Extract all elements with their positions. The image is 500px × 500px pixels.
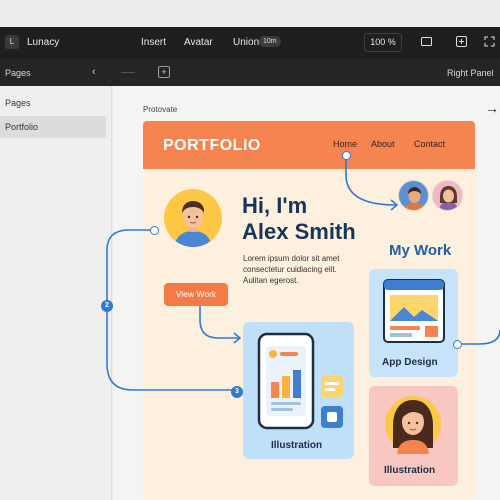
avatar: [398, 180, 429, 211]
app-logo-icon[interactable]: L: [5, 35, 19, 49]
view-work-button[interactable]: View Work: [164, 283, 228, 306]
flow-step-badge[interactable]: 2: [101, 300, 113, 312]
lunacy-window: L Lunacy Insert Avatar Union 10m 100 % P…: [0, 0, 500, 500]
browser-window-icon: [383, 279, 445, 343]
menu-insert[interactable]: Insert: [141, 37, 166, 48]
arrow-right-icon[interactable]: →: [485, 100, 499, 116]
work-card[interactable]: App Design: [369, 269, 458, 377]
hero-body-line: consectetur cuidiacing elit.: [243, 265, 337, 274]
woman-illustration-icon: [385, 396, 441, 454]
card-title: App Design: [382, 357, 438, 368]
page-item-portfolio[interactable]: Portfolio: [0, 116, 106, 138]
collapse-chevron-icon[interactable]: ‹: [92, 66, 96, 78]
connection-node[interactable]: [453, 340, 462, 349]
add-square-icon[interactable]: [456, 36, 467, 47]
union-badge: 10m: [259, 36, 281, 47]
expand-icon[interactable]: [484, 36, 495, 47]
work-card[interactable]: Illustration: [369, 386, 458, 486]
connection-node[interactable]: [342, 151, 351, 160]
flow-step-badge[interactable]: 3: [231, 386, 243, 398]
man-avatar-icon: [174, 201, 212, 247]
frame-label[interactable]: Protovate: [143, 105, 177, 114]
sub-toolbar: Pages ‹ + Right Panel: [0, 59, 500, 86]
top-toolbar: L Lunacy Insert Avatar Union 10m 100 %: [0, 27, 500, 59]
divider: [121, 72, 135, 73]
frame-icon[interactable]: [421, 36, 432, 47]
nav-contact[interactable]: Contact: [414, 139, 445, 149]
hero-body-line: Lorem ipsum dolor sit amet: [243, 254, 340, 263]
right-panel-toggle[interactable]: Right Panel: [447, 68, 494, 78]
menu-avatar[interactable]: Avatar: [184, 37, 213, 48]
avatar: [164, 189, 222, 247]
nav-home[interactable]: Home: [333, 139, 357, 149]
menu-union[interactable]: Union: [233, 37, 259, 48]
avatar: [432, 180, 463, 211]
card-title: Illustration: [384, 465, 436, 476]
zoom-level[interactable]: 100 %: [364, 33, 402, 52]
card-title: Illustration: [271, 440, 323, 451]
site-header: PORTFOLIO Home About Contact: [143, 121, 475, 169]
work-card[interactable]: Illustration: [243, 322, 354, 459]
site-brand: PORTFOLIO: [163, 137, 261, 154]
pages-header: Pages: [5, 98, 31, 108]
hero-greeting: Hi, I'm: [242, 193, 308, 218]
hero-name: Alex Smith: [242, 219, 356, 244]
nav-about[interactable]: About: [371, 139, 395, 149]
pages-tab[interactable]: Pages: [5, 68, 31, 78]
hero-body-line: Aulitan egerost.: [243, 276, 299, 285]
phone-chart-icon: [257, 332, 343, 430]
app-title[interactable]: Lunacy: [27, 37, 59, 48]
add-page-icon[interactable]: +: [158, 66, 170, 78]
section-title: My Work: [389, 242, 452, 259]
connection-node[interactable]: [150, 226, 159, 235]
pages-panel: Pages Portfolio: [0, 86, 112, 500]
